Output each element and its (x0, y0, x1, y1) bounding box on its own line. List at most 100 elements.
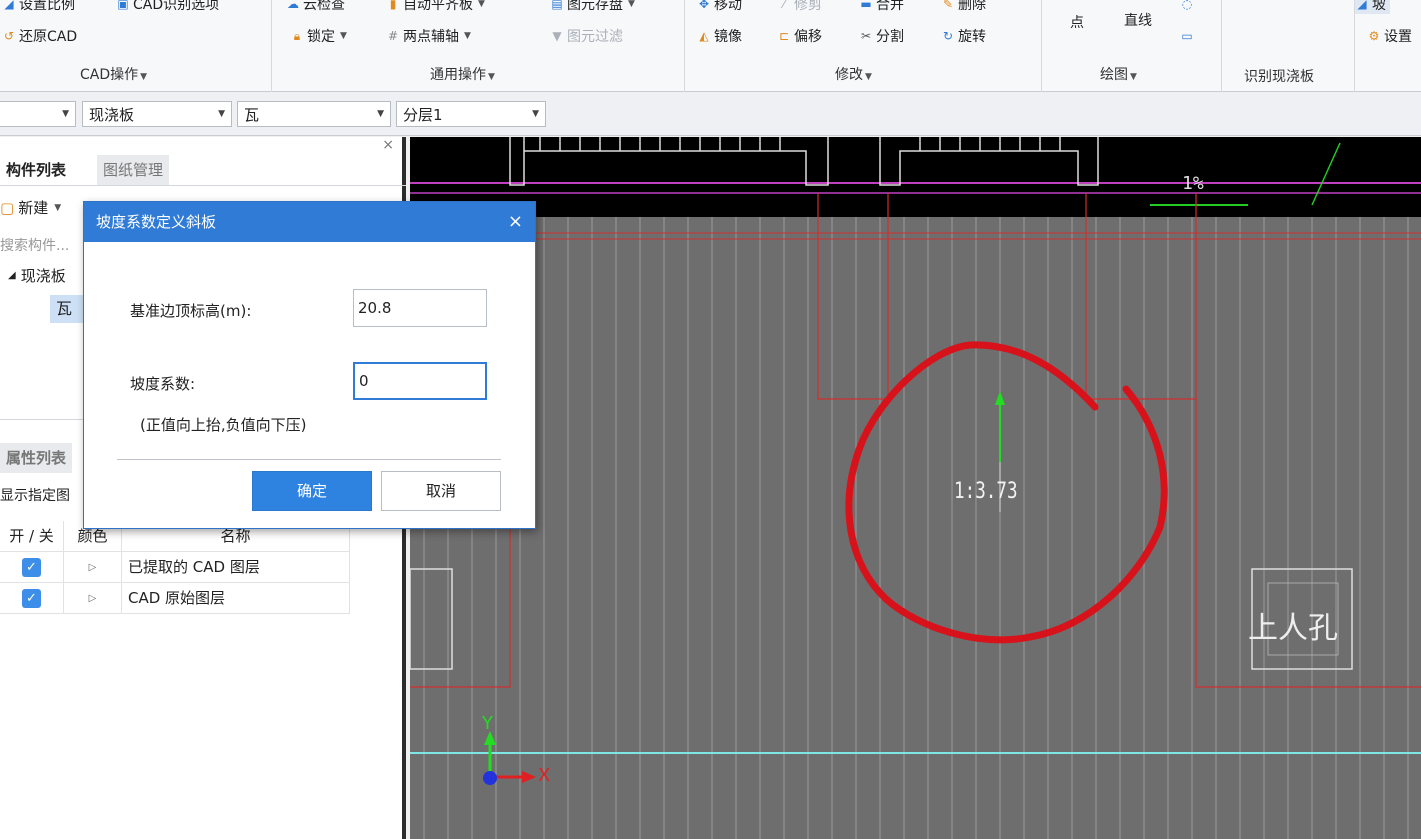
modify-group-label[interactable]: 修改 ▼ (835, 64, 872, 84)
rotate-icon: ↻ (942, 29, 954, 43)
set-scale-button[interactable]: ◢ 设置比例 (2, 0, 75, 14)
filter-icon: ▼ (552, 29, 562, 43)
delete-button[interactable]: ✎ 删除 (941, 0, 986, 14)
col-header-toggle: 开 / 关 (0, 521, 64, 552)
checkbox-checked[interactable]: ✓ (22, 589, 41, 608)
layer-name-cell: 已提取的 CAD 图层 (122, 552, 350, 583)
cloud-check-button[interactable]: ☁ 云检查 (286, 0, 345, 14)
settings-icon: ⚙ (1368, 29, 1380, 43)
panel-close-button[interactable]: × (382, 137, 394, 153)
cad-access-hole-label: 上人孔 (1248, 611, 1338, 646)
save-icon: ▤ (551, 0, 563, 11)
common-ops-group-label[interactable]: 通用操作 ▼ (430, 64, 495, 84)
rectangle-icon: ▭ (1181, 29, 1193, 43)
table-row-expand[interactable]: ▷ (64, 552, 122, 583)
slope-hint-text: (正值向上抬,负值向下压) (140, 416, 307, 434)
slope-settings-button[interactable]: ⚙ 设置 (1367, 26, 1412, 46)
ribbon: ◢ 设置比例 ▣ CAD识别选项 ↺ 还原CAD CAD操作 ▼ ☁ 云检查 ▮ … (0, 0, 1421, 92)
table-row-expand[interactable]: ▷ (64, 583, 122, 614)
dialog-title-bar[interactable]: 坡度系数定义斜板 × (84, 202, 535, 242)
cad-viewport[interactable]: 1% 1:3.73 上人孔 Y X (410, 137, 1421, 839)
circle-draw-button[interactable]: ◌ (1180, 0, 1194, 14)
tree-item-tile[interactable]: 瓦 (50, 295, 84, 323)
offset-button[interactable]: ⊏ 偏移 (777, 26, 822, 46)
lock-button[interactable]: 🔒︎ 锁定 ▼ (290, 26, 347, 46)
cad-grid-lines (423, 217, 1409, 839)
slope-icon: ◢ (1357, 0, 1367, 11)
dialog-title: 坡度系数定义斜板 (96, 213, 217, 231)
cancel-button[interactable]: 取消 (381, 471, 501, 511)
component-select[interactable]: 瓦 ▼ (237, 101, 391, 127)
table-row: ✓ (0, 552, 64, 583)
tab-drawing-management[interactable]: 图纸管理 (97, 155, 170, 185)
draw-group-label[interactable]: 绘图 ▼ (1100, 64, 1137, 84)
axis-y-label: Y (482, 713, 493, 734)
cad-ops-group: ◢ 设置比例 ▣ CAD识别选项 ↺ 还原CAD CAD操作 ▼ (0, 0, 272, 92)
layer-select[interactable]: 分层1 ▼ (396, 101, 546, 127)
element-filter-button[interactable]: ▼ 图元过滤 (550, 26, 623, 46)
recognize-slab-button[interactable]: 识别现浇板 (1244, 66, 1314, 86)
axis-origin (483, 771, 497, 785)
level-icon: ▮ (389, 0, 397, 11)
eraser-icon: ✎ (942, 0, 954, 11)
chevron-down-icon: ▼ (488, 72, 495, 82)
new-component-button[interactable]: ▢ 新建 ▼ (0, 197, 61, 218)
base-elevation-label: 基准边顶标高(m): (130, 302, 252, 320)
chevron-down-icon: ▼ (54, 202, 62, 213)
tab-property-list[interactable]: 属性列表 (0, 443, 73, 473)
slope-coefficient-input[interactable] (353, 362, 487, 400)
layer-table: 开 / 关 颜色 名称 ✓ ▷ 已提取的 CAD 图层 ✓ ▷ CAD 原始图层 (0, 521, 350, 615)
axis-icon: # (387, 29, 399, 43)
two-point-axis-button[interactable]: # 两点辅轴 ▼ (386, 26, 471, 46)
trim-icon: ⁄ (782, 0, 785, 11)
point-button[interactable]: 点 (1070, 12, 1084, 32)
recognize-group: 识别现浇板 (1222, 0, 1355, 92)
split-button[interactable]: ✂ 分割 (859, 26, 904, 46)
component-type-select[interactable]: 现浇板 ▼ (82, 101, 232, 127)
common-ops-group: ☁ 云检查 ▮ 自动平齐板 ▼ ▤ 图元存盘 ▼ 🔒︎ 锁定 ▼ # 两点辅轴 ▼ ▼ … (272, 0, 685, 92)
tab-component-list[interactable]: 构件列表 (0, 155, 73, 185)
table-row: ✓ (0, 583, 64, 614)
cad-slope-ratio-label: 1:3.73 (954, 479, 1018, 504)
rect-draw-button[interactable]: ▭ (1180, 26, 1194, 46)
draw-group: 点 直线 ◌ ▭ 绘图 ▼ (1042, 0, 1222, 92)
slope-group: ◢ 坡 ⚙ 设置 (1355, 0, 1421, 92)
mirror-icon: ◭ (699, 29, 709, 43)
element-save-button[interactable]: ▤ 图元存盘 ▼ (550, 0, 635, 14)
mirror-button[interactable]: ◭ 镜像 (697, 26, 742, 46)
chevron-down-icon: ▼ (218, 109, 225, 119)
tree-item-slab[interactable]: ◢ 现浇板 (8, 265, 66, 286)
merge-button[interactable]: ▬ 合并 (859, 0, 904, 14)
selector-toolbar: ▼ 现浇板 ▼ 瓦 ▼ 分层1 ▼ (0, 93, 1421, 136)
triangle-down-icon: ◢ (8, 270, 16, 281)
ok-button[interactable]: 确定 (252, 471, 372, 511)
trim-button[interactable]: ⁄ 修剪 (777, 0, 822, 14)
slope-coefficient-dialog: 坡度系数定义斜板 × 基准边顶标高(m): 坡度系数: (正值向上抬,负值向下压… (83, 201, 536, 529)
base-elevation-input[interactable] (353, 289, 487, 327)
move-button[interactable]: ✥ 移动 (697, 0, 742, 14)
chevron-down-icon: ▼ (628, 0, 635, 9)
checkbox-checked[interactable]: ✓ (22, 558, 41, 577)
restore-icon: ↺ (3, 29, 15, 43)
lock-icon: 🔒︎ (293, 29, 301, 43)
line-button[interactable]: 直线 (1124, 10, 1152, 30)
new-file-icon: ▢ (0, 198, 15, 217)
circle-icon: ◌ (1181, 0, 1193, 11)
restore-cad-button[interactable]: ↺ 还原CAD (2, 26, 77, 46)
chevron-down-icon: ▼ (532, 109, 539, 119)
search-input[interactable]: 搜索构件... (0, 233, 90, 259)
close-icon[interactable]: × (508, 202, 523, 242)
chevron-down-icon: ▼ (340, 31, 347, 41)
slope-button[interactable]: ◢ 坡 (1355, 0, 1390, 14)
chevron-down-icon: ▼ (377, 109, 384, 119)
cad-ops-group-label[interactable]: CAD操作 ▼ (80, 64, 147, 84)
auto-level-button[interactable]: ▮ 自动平齐板 ▼ (386, 0, 485, 14)
chevron-down-icon: ▼ (140, 72, 148, 82)
cad-arrow-head (995, 391, 1005, 405)
rotate-button[interactable]: ↻ 旋转 (941, 26, 986, 46)
slope-coefficient-label: 坡度系数: (130, 375, 196, 393)
cad-options-button[interactable]: ▣ CAD识别选项 (116, 0, 219, 14)
chevron-down-icon: ▼ (865, 72, 872, 82)
cloud-icon: ☁ (287, 0, 299, 11)
floor-select[interactable]: ▼ (0, 101, 76, 127)
